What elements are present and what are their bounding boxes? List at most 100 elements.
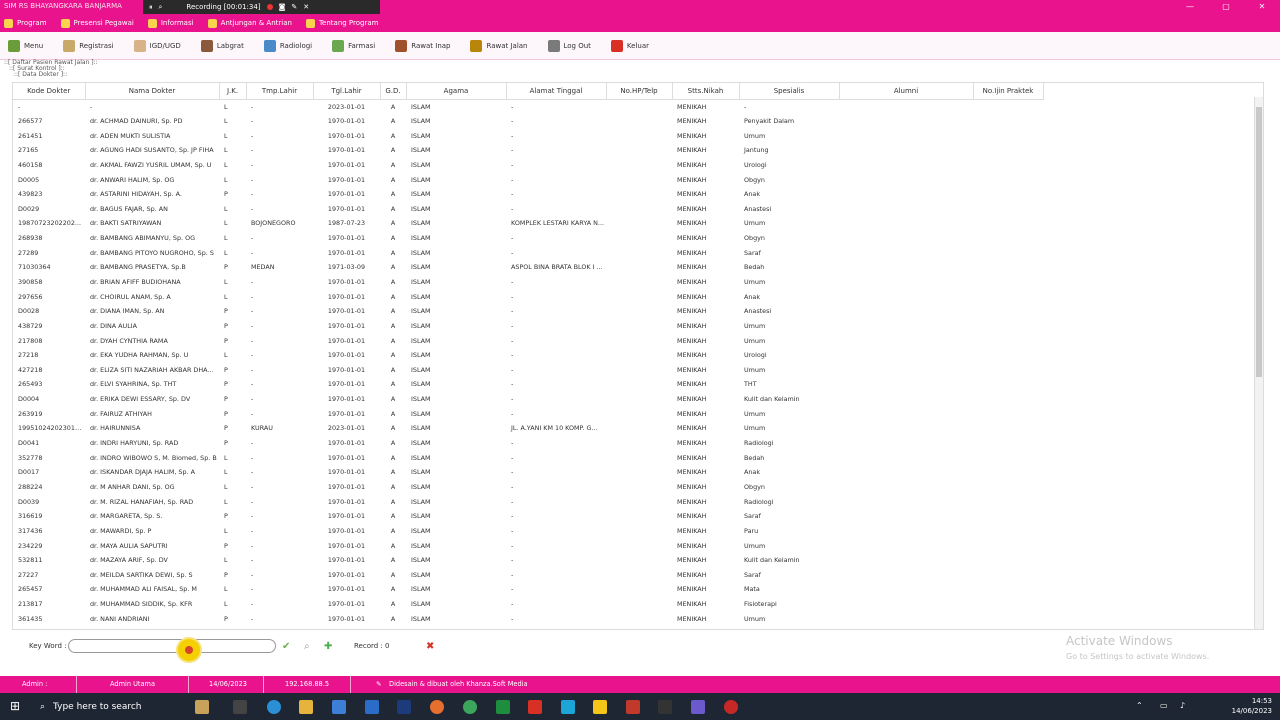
table-row[interactable]: D0028 dr. DIANA IMAN, Sp. AN P - 1970-01-01 A…: [13, 304, 1043, 319]
menu-item-tentang[interactable]: Tentang Program: [305, 18, 378, 28]
toolbar-rawat-jalan-button[interactable]: Rawat Jalan: [470, 39, 528, 52]
magnify-icon[interactable]: ⌕: [159, 3, 163, 12]
table-row[interactable]: 532811 dr. MAZAYA ARIF, Sp. DV L - 1970-01-0…: [13, 553, 1043, 568]
app-icon[interactable]: [691, 700, 705, 714]
column-header[interactable]: Tgl.Lahir: [313, 83, 381, 100]
table-row[interactable]: 234229 dr. MAYA AULIA SAPUTRI P - 1970-01-01…: [13, 538, 1043, 553]
mail-icon[interactable]: [365, 700, 379, 714]
khanza-app-icon[interactable]: [593, 700, 607, 714]
column-header[interactable]: No.HP/Telp: [606, 83, 673, 100]
pdf-icon[interactable]: [528, 700, 542, 714]
table-row[interactable]: D0039 dr. M. RIZAL HANAFIAH, Sp. RAD L - 197…: [13, 494, 1043, 509]
toolbar-labgrat-button[interactable]: Labgrat: [200, 39, 244, 52]
column-header[interactable]: J.K.: [219, 83, 247, 100]
table-row[interactable]: 297656 dr. CHOIRUL ANAM, Sp. A L - 1970-01-0…: [13, 289, 1043, 304]
table-row[interactable]: 263919 dr. FAIRUZ ATHIYAH P - 1970-01-01 A ISL…: [13, 406, 1043, 421]
taskbar-clock[interactable]: 14:53 14/06/2023: [1232, 696, 1272, 716]
table-row[interactable]: 217808 dr. DYAH CYNTHIA RAMA P - 1970-01-01 A…: [13, 333, 1043, 348]
column-header[interactable]: Kode Dokter: [13, 83, 86, 100]
table-row[interactable]: 317436 dr. MAWARDI, Sp. P L - 1970-01-01 A ISL…: [13, 524, 1043, 539]
table-row[interactable]: D0005 dr. ANWARI HALIM, Sp. OG L - 1970-01-0…: [13, 172, 1043, 187]
column-header[interactable]: Stts.Nikah: [672, 83, 740, 100]
table-row[interactable]: 438729 dr. DINA AULIA P - 1970-01-01 A ISLAM - M…: [13, 319, 1043, 334]
table-row[interactable]: 213817 dr. MUHAMMAD SIDDIK, Sp. KFR L - 1970…: [13, 597, 1043, 612]
menu-item-program[interactable]: Program: [4, 18, 47, 28]
column-header[interactable]: No.Ijin Praktek: [973, 83, 1044, 100]
table-row[interactable]: 71030364 dr. BAMBANG PRASETYA, Sp.B P MEDAN…: [13, 260, 1043, 275]
task-view-icon[interactable]: [233, 700, 247, 714]
toolbar-farmasi-button[interactable]: Farmasi: [332, 39, 375, 52]
excel-icon[interactable]: [496, 700, 510, 714]
file-explorer-icon[interactable]: [299, 700, 313, 714]
table-row[interactable]: 439823 dr. ASTARINI HIDAYAH, Sp. A. P - 1970…: [13, 187, 1043, 202]
edge-icon[interactable]: [267, 700, 281, 714]
close-window-icon[interactable]: ✕: [1244, 0, 1280, 14]
scrollbar-thumb[interactable]: [1256, 107, 1262, 377]
table-row[interactable]: - - L - 2023-01-01 A ISLAM - MENIKAH -: [13, 99, 1043, 114]
network-icon[interactable]: ▭: [1160, 701, 1168, 710]
menu-item-presensi[interactable]: Presensi Pegawai: [60, 18, 134, 28]
pause-icon[interactable]: ⏸: [149, 3, 153, 12]
table-row[interactable]: 27289 dr. BAMBANG PITOYO NUGROHO, Sp. S L -…: [13, 245, 1043, 260]
column-header[interactable]: Tmp.Lahir: [246, 83, 314, 100]
table-row[interactable]: 19951024202301011 dr. HAIRUNNISA P KURAU 202…: [13, 421, 1043, 436]
tray-chevron-icon[interactable]: ⌃: [1136, 701, 1143, 710]
pen-icon[interactable]: ✎: [291, 3, 297, 11]
toolbar-registrasi-button[interactable]: Registrasi: [63, 39, 114, 52]
browser-icon[interactable]: [561, 700, 575, 714]
close-icon[interactable]: ✖: [426, 641, 434, 652]
menu-item-antrian[interactable]: Antjungan & Antrian: [207, 18, 292, 28]
table-row[interactable]: 352778 dr. INDRO WIBOWO S, M. Biomed, Sp.…: [13, 450, 1043, 465]
recorder-icon[interactable]: [724, 700, 738, 714]
column-header[interactable]: Nama Dokter: [85, 83, 220, 100]
terminal-icon[interactable]: [658, 700, 672, 714]
toolbar-radiologi-button[interactable]: Radiologi: [263, 39, 312, 52]
column-header[interactable]: Alamat Tinggal: [506, 83, 607, 100]
firefox-icon[interactable]: [430, 700, 444, 714]
close-icon[interactable]: ✕: [303, 3, 309, 11]
search-icon[interactable]: ⌕: [304, 641, 310, 652]
search-check-icon[interactable]: ✔: [282, 641, 290, 652]
photoshop-icon[interactable]: [397, 700, 411, 714]
table-row[interactable]: 19870723202202... dr. BAKTI SATRIYAWAN L BO…: [13, 216, 1043, 231]
keyword-input[interactable]: [68, 639, 276, 653]
table-row[interactable]: D0004 dr. ERIKA DEWI ESSARY, Sp. DV P - 1970…: [13, 392, 1043, 407]
table-row[interactable]: 27227 dr. MEILDA SARTIKA DEWI, Sp. S P - 197…: [13, 568, 1043, 583]
windows-start-icon[interactable]: ⊞: [10, 699, 20, 713]
toolbar-menu-button[interactable]: Menu: [8, 39, 43, 52]
media-icon[interactable]: [626, 700, 640, 714]
volume-icon[interactable]: ♪: [1180, 701, 1185, 710]
column-header[interactable]: G.D.: [380, 83, 407, 100]
toolbar-logout-button[interactable]: Log Out: [547, 39, 591, 52]
taskbar-search[interactable]: ⌕ Type here to search: [30, 693, 180, 720]
table-row[interactable]: D0041 dr. INDRI HARYUNI, Sp. RAD P - 1970-01…: [13, 436, 1043, 451]
table-row[interactable]: 427218 dr. ELIZA SITI NAZARIAH AKBAR DHA.…: [13, 363, 1043, 378]
table-row[interactable]: 261451 dr. ADEN MUKTI SULISTIA L - 1970-01-0…: [13, 128, 1043, 143]
chrome-icon[interactable]: [463, 700, 477, 714]
minimize-icon[interactable]: —: [1172, 0, 1208, 14]
menu-item-informasi[interactable]: Informasi: [147, 18, 194, 28]
table-row[interactable]: 265457 dr. MUHAMMAD ALI FAISAL, Sp. M L - 19…: [13, 582, 1043, 597]
column-header[interactable]: Agama: [406, 83, 507, 100]
table-row[interactable]: 460158 dr. AKMAL FAWZI YUSRIL UMAM, Sp. U…: [13, 158, 1043, 173]
table-row[interactable]: D0017 dr. ISKANDAR DJAJA HALIM, Sp. A L - 19…: [13, 465, 1043, 480]
weather-icon[interactable]: [195, 700, 209, 714]
table-row[interactable]: 288224 dr. M ANHAR DANI, Sp. OG L - 1970-01-…: [13, 480, 1043, 495]
maximize-icon[interactable]: ▢: [1208, 0, 1244, 14]
column-header[interactable]: Spesialis: [739, 83, 840, 100]
table-row[interactable]: 268938 dr. BAMBANG ABIMANYU, Sp. OG L - 1970…: [13, 231, 1043, 246]
table-row[interactable]: 361435 dr. NANI ANDRIANI P - 1970-01-01 A ISLA…: [13, 611, 1043, 626]
table-row[interactable]: 265493 dr. ELVI SYAHRINA, Sp. THT P - 1970-0…: [13, 377, 1043, 392]
add-icon[interactable]: ✚: [324, 641, 332, 652]
store-icon[interactable]: [332, 700, 346, 714]
table-row[interactable]: 266577 dr. ACHMAD DAINURI, Sp. PD L - 1970-0…: [13, 114, 1043, 129]
table-row[interactable]: 316619 dr. MARGARETA, Sp. S. P - 1970-01-01 A…: [13, 509, 1043, 524]
table-row[interactable]: 390858 dr. BRIAN AFIFF BUDIOHANA L - 1970-01…: [13, 275, 1043, 290]
table-row[interactable]: D0029 dr. BAGUS FAJAR, Sp. AN L - 1970-01-01…: [13, 201, 1043, 216]
table-row[interactable]: 27165 dr. AGUNG HADI SUSANTO, Sp. JP FIHA…: [13, 143, 1043, 158]
table-scrollbar[interactable]: [1254, 97, 1263, 629]
table-row[interactable]: 27218 dr. EKA YUDHA RAHMAN, Sp. U L - 1970-0…: [13, 348, 1043, 363]
toolbar-igd-button[interactable]: IGD/UGD: [133, 39, 181, 52]
record-icon[interactable]: [266, 4, 273, 10]
toolbar-keluar-button[interactable]: Keluar: [610, 39, 649, 52]
